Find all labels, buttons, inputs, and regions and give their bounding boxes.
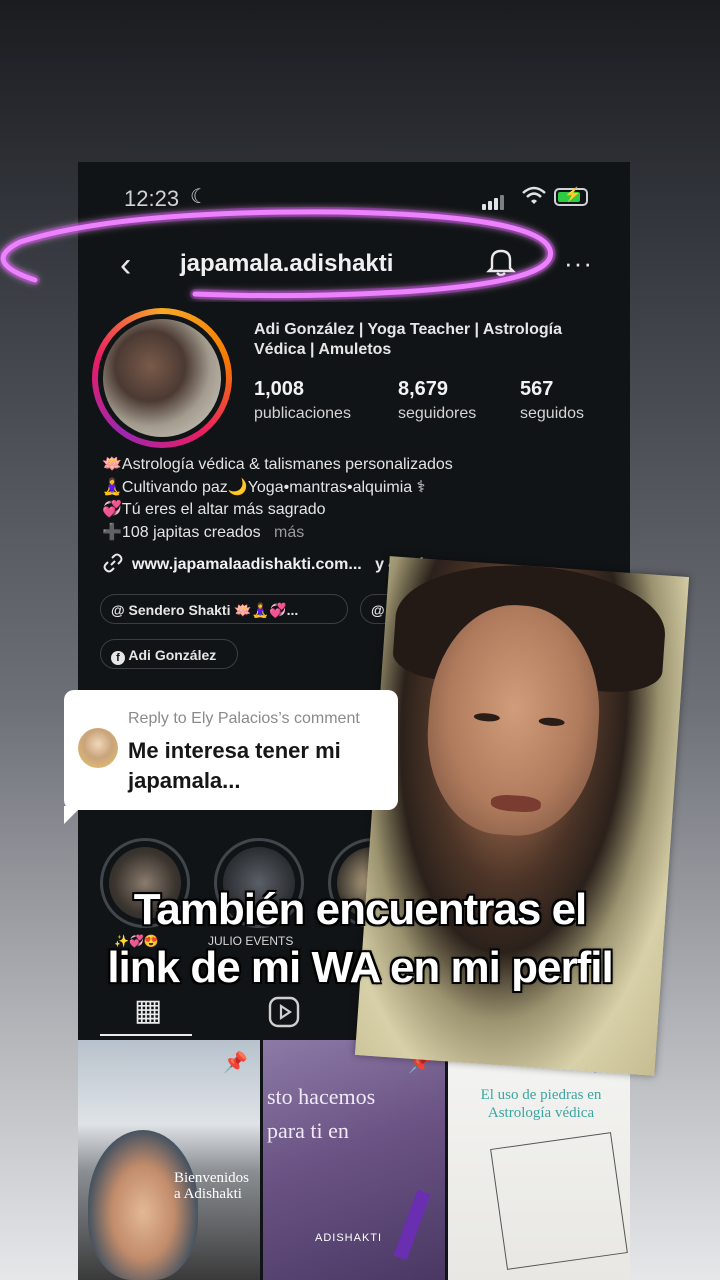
video-caption-line-2: link de mi WA en mi perfil [107, 943, 613, 992]
neon-highlight-ring [0, 206, 556, 301]
profile-bio: 🪷Astrología védica & talismanes personal… [102, 454, 453, 544]
facebook-chip[interactable]: f Adi González [100, 639, 238, 669]
bio-line: 🧘‍♀️Cultivando paz🌙Yoga•mantras•alquimia… [102, 478, 426, 496]
reply-body: Me interesa tener mi japamala... [128, 738, 341, 793]
more-dots-icon[interactable]: ··· [564, 248, 593, 279]
pin-icon: 📌 [223, 1052, 248, 1074]
stat-label: seguidores [398, 405, 477, 422]
bio-line: ➕108 japitas creados [102, 523, 261, 541]
screen: { "status_bar": {"time": "12:23", "moon_… [0, 0, 720, 1280]
link-url: www.japamalaadishakti.com... [132, 556, 362, 573]
grid-icon[interactable]: ▦ [134, 996, 162, 1026]
creator-video-overlay [354, 556, 690, 1076]
chip-label: Sendero Shakti 🪷🧘‍♀️💞... [128, 602, 299, 618]
active-tab-indicator [100, 1034, 192, 1036]
post-text: Bienvenidos a Adishakti [174, 1170, 249, 1202]
facebook-icon: f [111, 651, 125, 665]
reels-icon[interactable] [268, 996, 300, 1028]
video-caption-line-1: También encuentras el [133, 885, 588, 934]
post-thumbnail[interactable]: El uso de piedras en Astrología védica 📌 [448, 1040, 630, 1280]
post-brand: ADISHAKTI [315, 1232, 383, 1244]
post-text: El uso de piedras en Astrología védica [480, 1087, 602, 1121]
stat-value: 8,679 [398, 378, 449, 400]
stat-value: 1,008 [254, 378, 305, 400]
post-text: sto hacemos para ti en [267, 1084, 376, 1143]
threads-icon: @ [371, 602, 385, 618]
post-thumbnail[interactable]: Bienvenidos a Adishakti 📌 [78, 1040, 260, 1280]
stat-label: publicaciones [254, 405, 351, 422]
threads-chip-sendero[interactable]: @ Sendero Shakti 🪷🧘‍♀️💞... [100, 594, 348, 624]
profile-link[interactable]: www.japamalaadishakti.com... y 4 má [102, 552, 425, 574]
stat-following[interactable]: 567 seguidos [520, 378, 584, 423]
post-thumbnail[interactable]: sto hacemos para ti en ADISHAKTI 📌 [263, 1040, 445, 1280]
stat-posts[interactable]: 1,008 publicaciones [254, 378, 351, 423]
bio-line: 🪷Astrología védica & talismanes personal… [102, 456, 453, 473]
commenter-avatar [78, 728, 118, 768]
bio-line: 💞Tú eres el altar más sagrado [102, 501, 326, 518]
stat-value: 567 [520, 378, 554, 400]
threads-icon: @ [111, 602, 125, 618]
story-ring[interactable] [92, 308, 232, 448]
stat-label: seguidos [520, 405, 585, 422]
stat-followers[interactable]: 8,679 seguidores [398, 378, 476, 423]
reply-comment-bubble[interactable]: Reply to Ely Palacios’s comment Me inter… [64, 690, 398, 824]
bio-more-link[interactable]: más [274, 524, 304, 541]
profile-display-name: Adi González | Yoga Teacher | Astrología… [254, 321, 562, 358]
reply-title: Reply to Ely Palacios’s comment [128, 710, 360, 727]
avatar [98, 314, 226, 442]
chip-label: Adi González [128, 647, 217, 663]
link-icon [103, 553, 123, 573]
